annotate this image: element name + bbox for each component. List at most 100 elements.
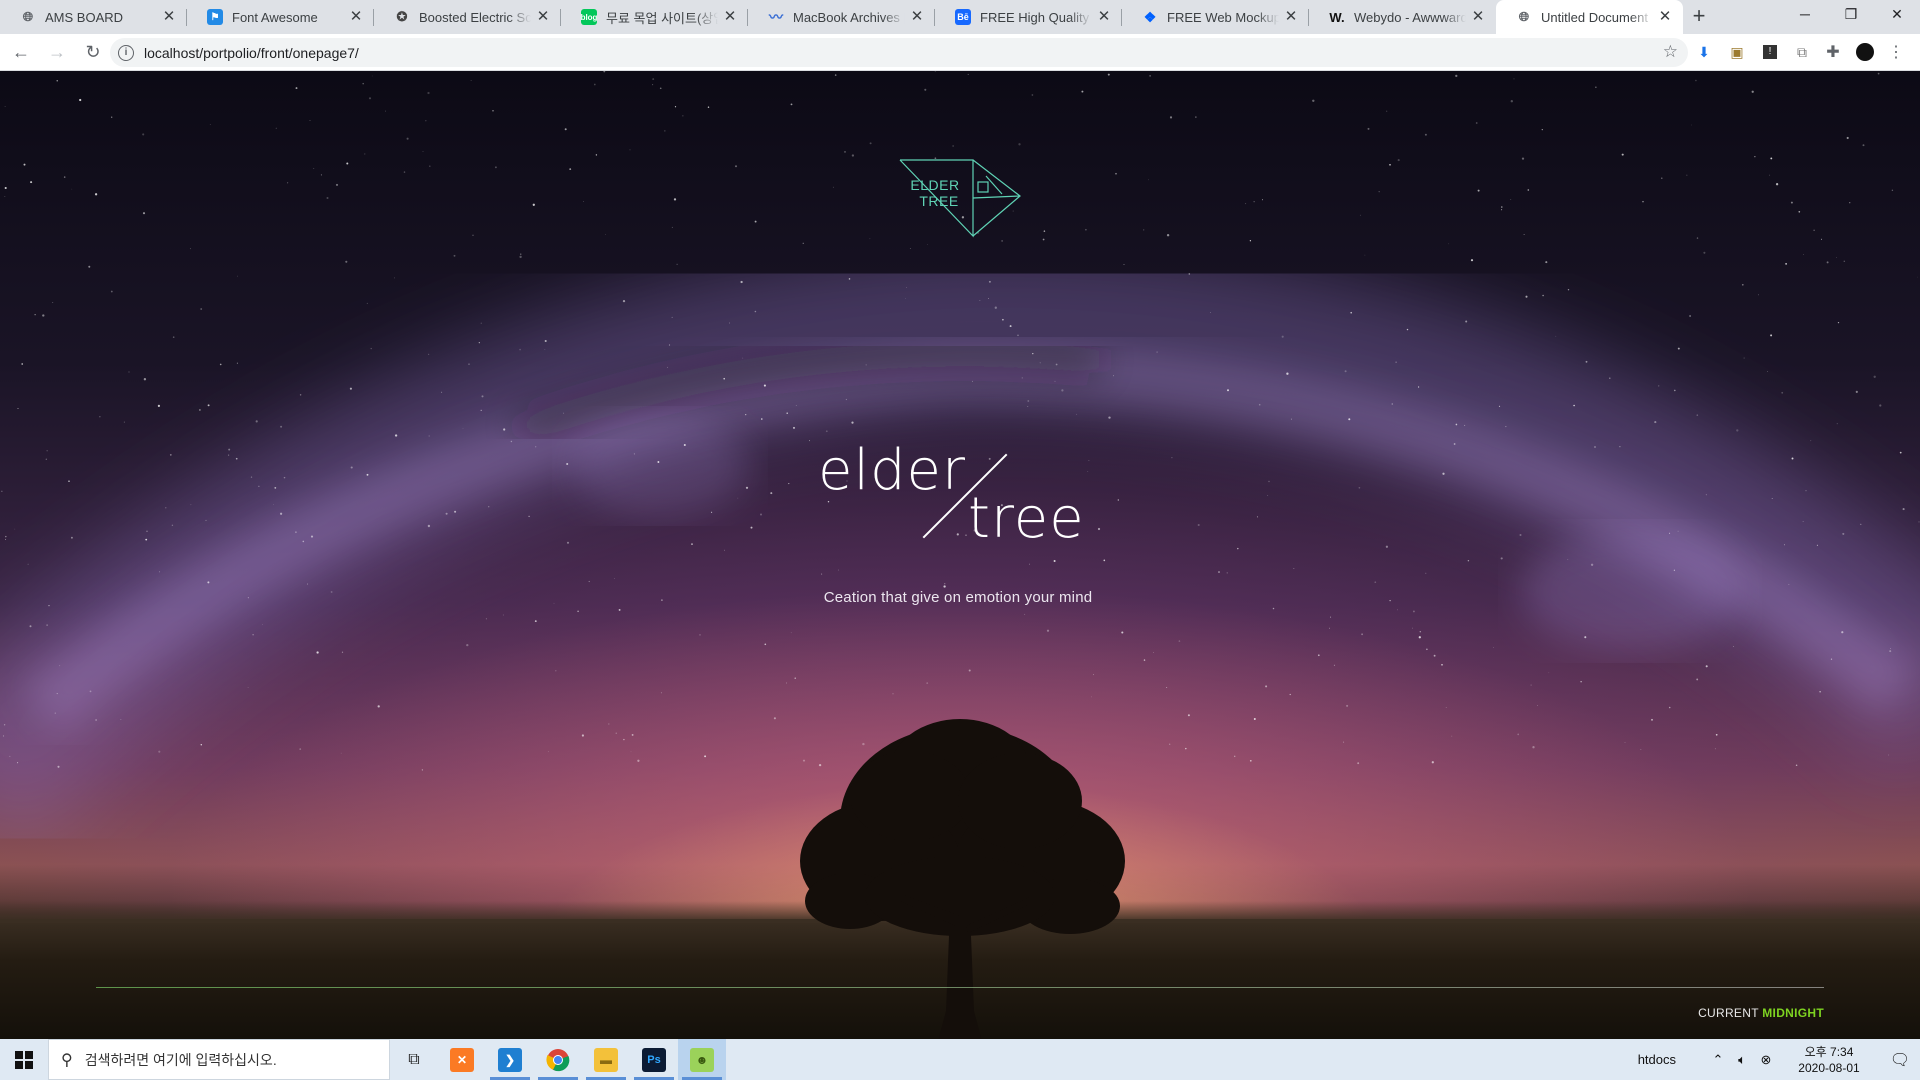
star [1031,94,1034,96]
tray-folder-label[interactable]: htdocs [1638,1052,1676,1067]
star [848,278,851,280]
info-icon[interactable]: i [118,44,134,61]
star [52,302,54,303]
close-icon[interactable]: ✕ [909,9,925,25]
star [790,632,792,634]
tree-silhouette [800,719,1125,1039]
close-icon[interactable]: ✕ [1470,9,1486,25]
profile-avatar[interactable] [1855,42,1875,62]
star [1841,631,1844,634]
download-extension-icon[interactable]: ⬇ [1694,42,1714,62]
tab-free-high-quality[interactable]: Bē FREE High Quality We ✕ [935,0,1122,34]
close-window-icon[interactable]: ✕ [1874,0,1920,30]
star [1521,157,1525,160]
tab-webydo[interactable]: W. Webydo - Awwwards ✕ [1309,0,1496,34]
new-tab-button[interactable]: + [1683,0,1715,34]
star [1027,406,1029,407]
reload-button[interactable]: ↻ [78,37,108,67]
menu-icon[interactable]: ⋮ [1886,42,1906,62]
star [1548,672,1550,674]
star [1419,630,1422,633]
star [1498,405,1501,408]
star [1412,610,1415,613]
tab-macbook-archives[interactable]: 〰 MacBook Archives | Pe ✕ [748,0,935,34]
star [1703,251,1706,254]
cast-extension-icon[interactable]: ⧉ [1792,42,1812,62]
start-button[interactable] [0,1039,48,1080]
star [1103,559,1106,562]
system-tray: htdocs ⌃ 🔈︎ ⊗ 오후 7:34 2020-08-01 🗨︎ [1638,1039,1920,1080]
notification-icon[interactable]: 🗨︎ [1880,1050,1920,1070]
network-off-icon[interactable]: ⊗ [1754,1052,1778,1068]
file-explorer-icon[interactable]: ▬ [582,1039,630,1080]
star [71,188,73,190]
minimize-icon[interactable]: ─ [1782,0,1828,30]
star [1195,116,1197,118]
star [790,103,793,106]
star [406,137,409,140]
star [737,497,739,499]
tab-untitled-document[interactable]: 🌐︎ Untitled Document ✕ [1496,0,1683,34]
close-icon[interactable]: ✕ [1096,9,1112,25]
close-icon[interactable]: ✕ [722,9,738,25]
star [1775,183,1779,186]
star [1510,100,1513,103]
star [763,384,766,387]
star [1442,472,1445,475]
star [1567,288,1570,291]
tab-free-web-mockup[interactable]: ❖ FREE Web Mockup by ✕ [1122,0,1309,34]
forward-button[interactable]: → [42,37,72,67]
star [1767,371,1769,373]
star [1689,315,1692,317]
star [968,669,971,672]
star [454,510,457,513]
game-icon[interactable]: ☻ [678,1039,726,1080]
tab-font-awesome[interactable]: ⚑ Font Awesome ✕ [187,0,374,34]
star [1537,705,1538,706]
clock-time: 오후 7:34 [1804,1044,1854,1059]
star [1455,423,1458,426]
tagline-text: Ceation that give on emotion your mind [823,589,1093,606]
close-icon[interactable]: ✕ [1283,9,1299,25]
xampp-icon[interactable]: ✕ [438,1039,486,1080]
star [346,162,349,165]
chevron-up-icon[interactable]: ⌃ [1706,1052,1730,1068]
clock[interactable]: 오후 7:34 2020-08-01 [1788,1044,1870,1076]
star [128,371,130,373]
star [1918,521,1920,523]
tab-ams-board[interactable]: 🌐︎ AMS BOARD ✕ [0,0,187,34]
close-icon[interactable]: ✕ [161,9,177,25]
puzzle-extensions-icon[interactable]: ✚ [1823,42,1843,62]
chrome-icon[interactable] [534,1039,582,1080]
taskbar-search[interactable]: ⚲ 검색하려면 여기에 입력하십시오. [48,1039,390,1080]
star [1265,685,1268,688]
photoshop-icon[interactable]: Ps [630,1039,678,1080]
close-icon[interactable]: ✕ [1657,9,1673,25]
star [1573,404,1575,407]
star [1696,414,1699,416]
close-icon[interactable]: ✕ [348,9,364,25]
star [403,171,406,173]
star [1541,128,1543,131]
tab-mockup-blog[interactable]: blog 무료 목업 사이트(상업 ✕ [561,0,748,34]
back-button[interactable]: ← [6,37,36,67]
star [1358,486,1361,489]
image-extension-icon[interactable]: ▣ [1727,42,1747,62]
tab-boosted[interactable]: ✪ Boosted Electric Scooters ✕ [374,0,561,34]
star [5,535,7,538]
close-icon[interactable]: ✕ [535,9,551,25]
address-bar[interactable]: i localhost/portpolio/front/onepage7/ ☆ [110,38,1688,67]
reader-extension-icon[interactable]: ! [1760,42,1780,62]
star [1185,747,1187,750]
star [1751,90,1754,93]
task-view-icon[interactable]: ⧉ [390,1039,438,1080]
star [1624,741,1626,743]
star [29,625,32,628]
bookmark-star-icon[interactable]: ☆ [1663,43,1678,61]
volume-icon[interactable]: 🔈︎ [1730,1052,1754,1068]
star [1470,259,1474,262]
star [1877,72,1880,75]
vscode-icon[interactable]: ❯ [486,1039,534,1080]
restore-icon[interactable]: ❐ [1828,0,1874,30]
star [472,234,474,236]
